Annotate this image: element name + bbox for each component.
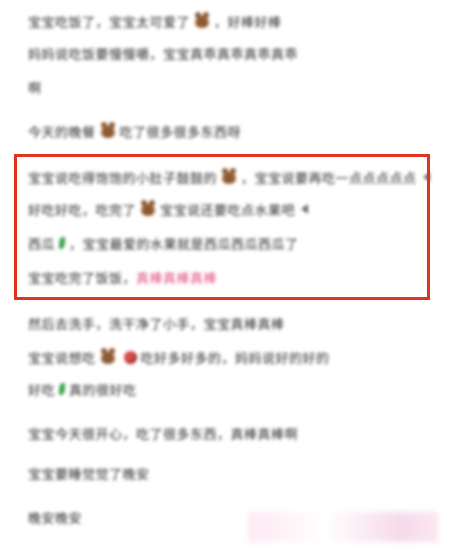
decorative-pink-strip (248, 512, 438, 542)
line-text: 宝宝要睡觉觉了晚安 (28, 467, 150, 483)
line-text: ，好棒好棒 (214, 15, 282, 31)
text-line: 妈妈说吃饭要慢慢嚼，宝宝真乖真乖真乖真乖 (28, 44, 299, 63)
apple-icon (123, 350, 137, 364)
line-text: 妈妈说吃饭要慢慢嚼，宝宝真乖真乖真乖真乖 (28, 47, 299, 63)
text-line: 好吃 真的很好吃 (28, 380, 137, 399)
text-line: 宝宝今天很开心，吃了很多东西，真棒真棒啊 (28, 424, 299, 443)
line-text: 啊 (28, 81, 42, 97)
line-text: 晚安晚安 (28, 511, 83, 527)
text-line: 晚安晚安 (28, 508, 83, 527)
text-line: 宝宝说想吃 吃好多好多的，妈妈说好的好的 (28, 348, 330, 367)
line-text: 宝宝今天很开心，吃了很多东西，真棒真棒啊 (28, 427, 299, 443)
text-line: 然后去洗手，洗干净了小手，宝宝真棒真棒 (28, 314, 285, 333)
text-line: 今天的晚餐 吃了很多很多东西呀 (28, 122, 242, 141)
bear-icon (194, 12, 211, 28)
line-text: 真的很好吃 (69, 383, 137, 399)
text-line: 啊 (28, 78, 42, 97)
text-line: 宝宝要睡觉觉了晚安 (28, 464, 150, 483)
text-line: 宝宝吃饭了，宝宝太可爱了 ，好棒好棒 (28, 12, 282, 31)
line-text: 宝宝吃饭了，宝宝太可爱了 (28, 15, 191, 31)
line-text: 宝宝说想吃 (28, 351, 96, 367)
leaf-icon (59, 383, 66, 395)
highlight-box (14, 154, 430, 300)
line-text: 然后去洗手，洗干净了小手，宝宝真棒真棒 (28, 317, 285, 333)
line-text: 今天的晚餐 (28, 125, 96, 141)
bear-icon (99, 348, 116, 364)
line-text: 吃好多好多的，妈妈说好的好的 (140, 351, 330, 367)
line-text: 好吃 (28, 383, 56, 399)
bear-icon (99, 122, 116, 138)
line-text: 吃了很多很多东西呀 (119, 125, 242, 141)
